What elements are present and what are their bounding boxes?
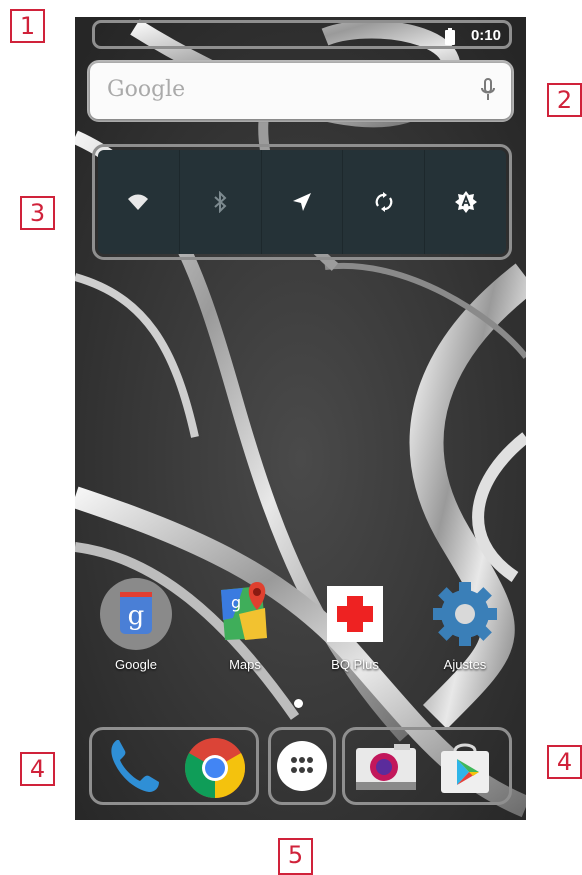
callout-3: 3 [20,196,55,230]
play-store-icon[interactable] [435,739,495,802]
callout-4-left: 4 [20,752,55,786]
location-toggle[interactable] [262,150,344,254]
bq-plus-icon [319,578,391,650]
wifi-icon [128,194,149,210]
callout-2: 2 [547,83,582,117]
mic-icon[interactable] [481,78,495,107]
auto-brightness-icon [454,191,477,213]
app-google[interactable]: g Google [91,578,181,672]
quick-settings-widget [92,144,512,260]
app-label: Ajustes [443,657,487,672]
app-ajustes[interactable]: Ajustes [420,578,510,672]
sync-toggle[interactable] [343,150,426,254]
app-bq-plus[interactable]: BQ Plus [310,578,400,672]
bluetooth-icon [214,191,227,213]
maps-icon: g [209,578,281,650]
callout-5: 5 [278,838,313,875]
callout-1: 1 [10,9,45,43]
status-time: 0:10 [470,27,501,44]
google-folder-icon: g [100,578,172,650]
google-logo: Google [107,77,186,102]
phone-icon[interactable] [103,736,163,801]
app-drawer-icon[interactable] [274,738,330,799]
status-bar: 0:10 [92,20,512,49]
wifi-toggle[interactable] [98,150,180,254]
app-label: Maps [229,657,261,672]
phone-screen: 0:10 Google g Google g Maps BQ Plus Ajus… [75,17,526,820]
svg-text:g: g [231,593,241,612]
svg-text:g: g [128,601,145,631]
app-maps[interactable]: g Maps [200,578,290,672]
callout-4-right: 4 [547,745,582,779]
app-label: Google [115,657,157,672]
battery-icon [445,28,455,45]
camera-icon[interactable] [354,740,418,801]
bluetooth-toggle[interactable] [180,150,262,254]
page-indicator [294,699,303,708]
app-label: BQ Plus [331,657,379,672]
location-icon [292,193,311,211]
google-search-bar[interactable]: Google [90,63,511,119]
sync-icon [375,192,393,212]
chrome-icon[interactable] [183,736,247,805]
settings-gear-icon [429,578,501,650]
auto-brightness-toggle[interactable] [425,150,506,254]
